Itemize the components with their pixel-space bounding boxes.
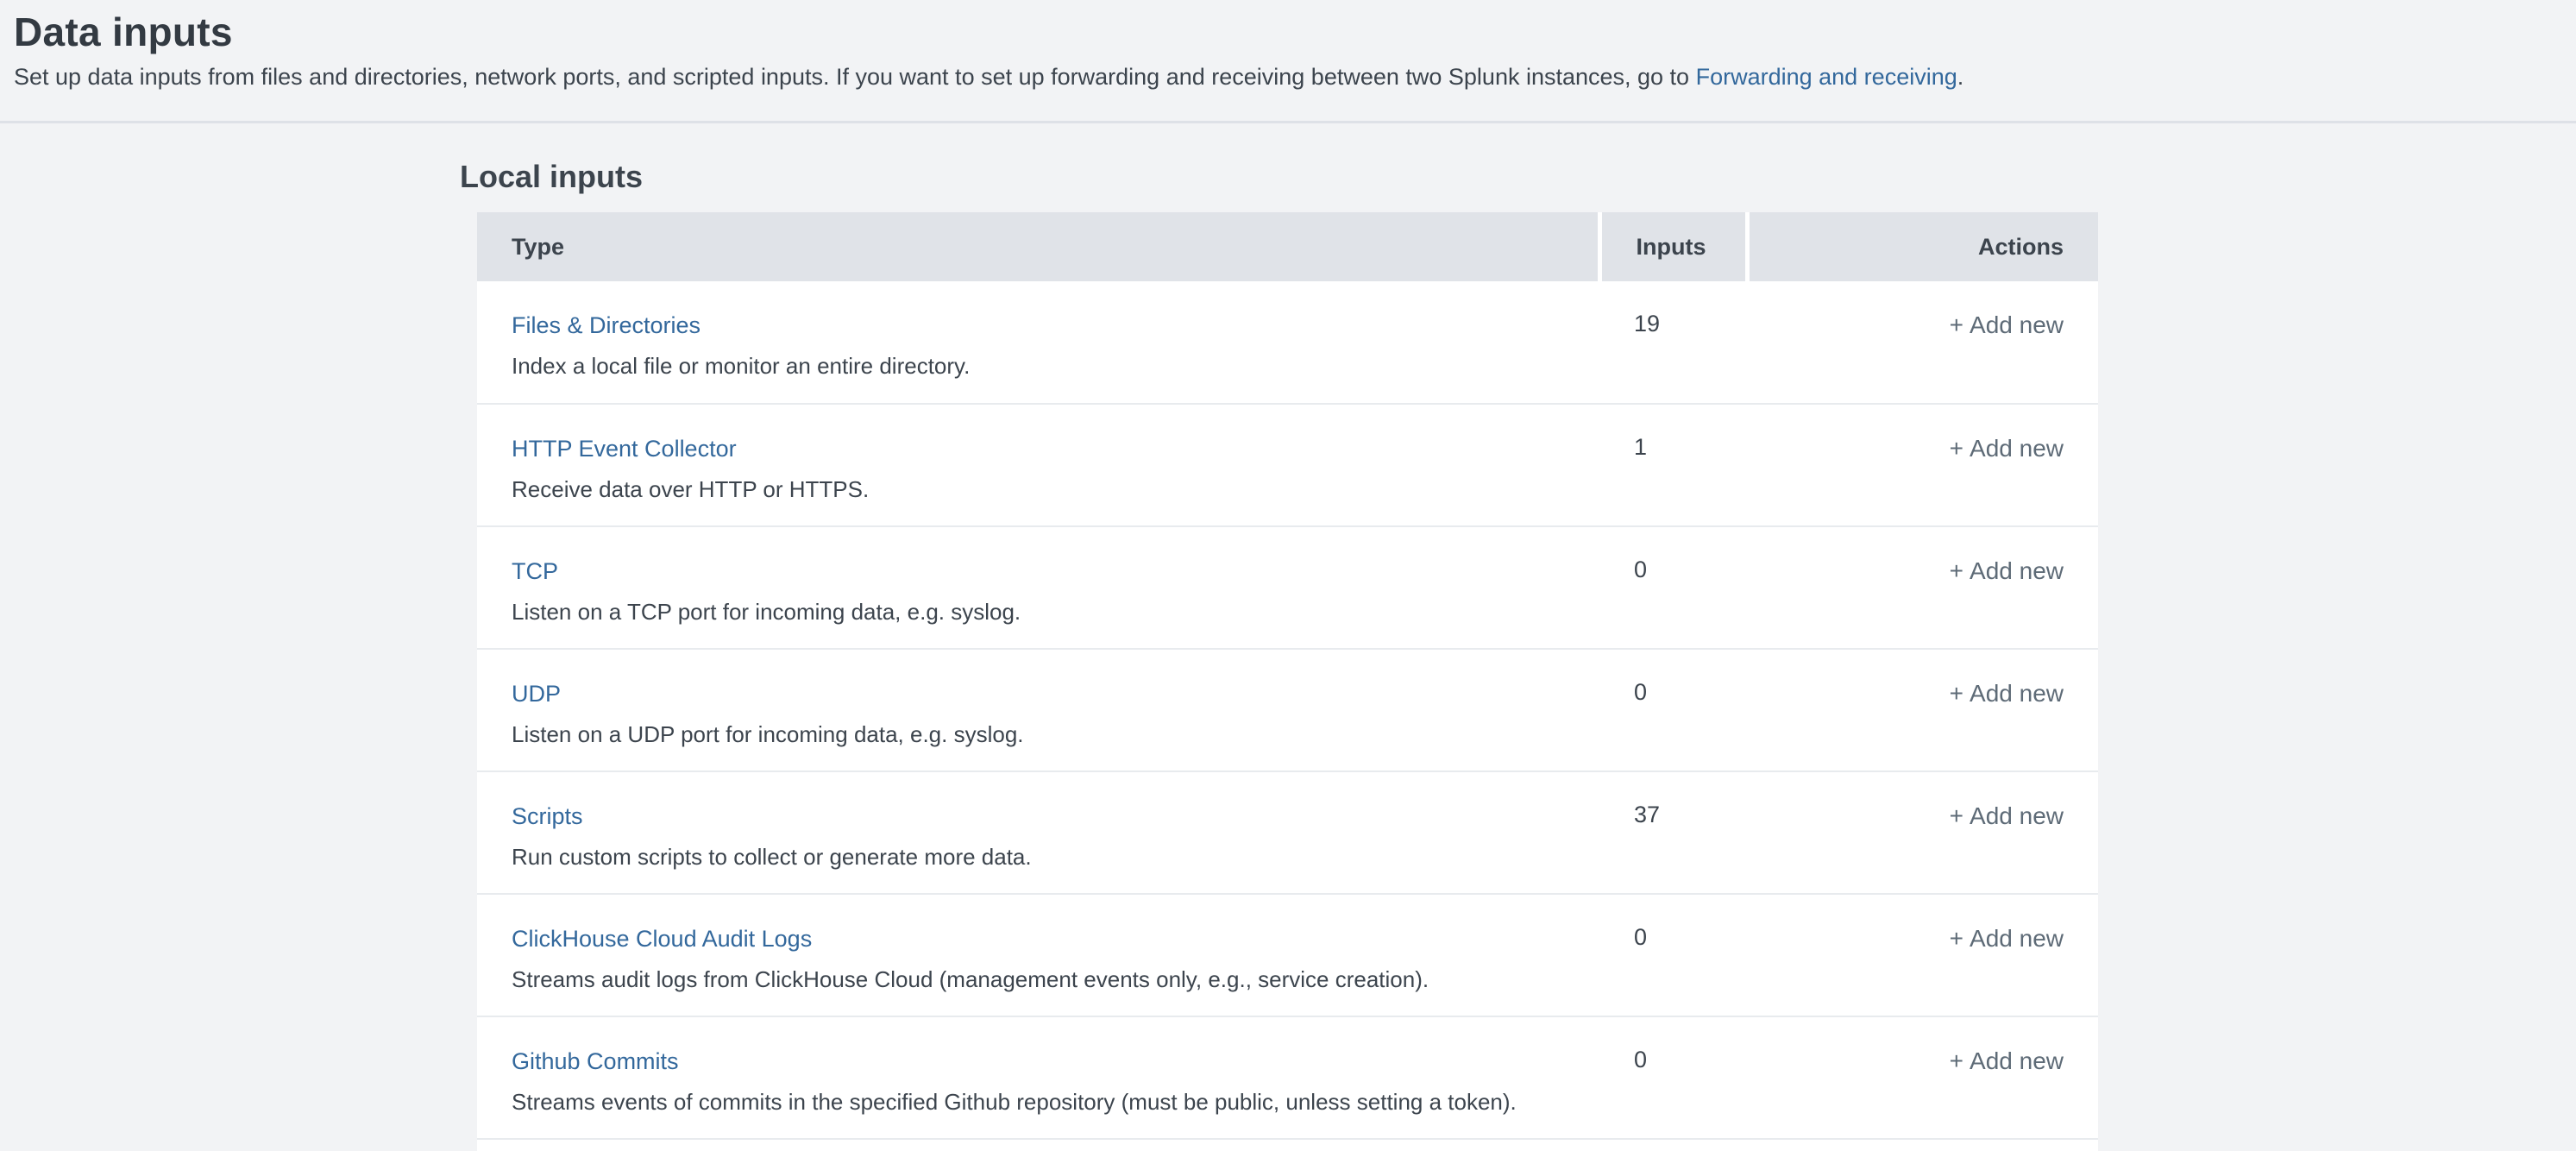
input-type-description: Listen on a TCP port for incoming data, … [512,597,1565,626]
page-header: Data inputs Set up data inputs from file… [0,0,2576,123]
table-row: UDP Listen on a UDP port for incoming da… [477,649,2098,771]
input-type-link[interactable]: Files & Directories [512,311,701,340]
actions-cell [1747,1139,2098,1151]
actions-cell: + Add new [1747,281,2098,404]
inputs-count: 0 [1599,526,1747,649]
forwarding-and-receiving-link[interactable]: Forwarding and receiving [1696,64,1957,90]
table-row: HTTP Event Collector Receive data over H… [477,404,2098,526]
plus-icon: + [1950,1047,1963,1074]
type-cell: UDP Listen on a UDP port for incoming da… [477,649,1599,771]
add-new-label: Add new [1970,680,2064,707]
add-new-label: Add new [1970,925,2064,952]
add-new-label: Add new [1970,1047,2064,1074]
plus-icon: + [1950,311,1963,338]
input-type-description: Streams events of commits in the specifi… [512,1087,1565,1116]
add-new-button[interactable]: + Add new [1950,679,2064,708]
input-type-description: Listen on a UDP port for incoming data, … [512,720,1565,749]
add-new-button[interactable]: + Add new [1950,924,2064,953]
add-new-label: Add new [1970,435,2064,462]
add-new-label: Add new [1970,557,2064,584]
input-type-description: Streams audit logs from ClickHouse Cloud… [512,965,1565,994]
inputs-count: 0 [1599,894,1747,1016]
input-type-link[interactable]: TCP [512,557,558,586]
add-new-button[interactable]: + Add new [1950,557,2064,586]
add-new-label: Add new [1970,802,2064,829]
plus-icon: + [1950,435,1963,462]
table-row: Files & Directories Index a local file o… [477,281,2098,404]
page-subtitle-period: . [1957,64,1964,90]
inputs-count [1599,1139,1747,1151]
plus-icon: + [1950,925,1963,952]
add-new-button[interactable]: + Add new [1950,802,2064,831]
type-cell: Files & Directories Index a local file o… [477,281,1599,404]
table-header: Type Inputs Actions [477,212,2098,281]
plus-icon: + [1950,557,1963,584]
page-subtitle: Set up data inputs from files and direct… [14,62,2576,91]
plus-icon: + [1950,680,1963,707]
input-type-link[interactable]: UDP [512,679,561,708]
table-row: ClickHouse Cloud Audit Logs Streams audi… [477,894,2098,1016]
inputs-count: 1 [1599,404,1747,526]
input-type-link[interactable]: Github Commits [512,1047,679,1076]
local-inputs-table: Type Inputs Actions Files & Directories … [477,212,2098,1151]
column-header-type: Type [477,212,1599,281]
table-row: Github Commits Streams events of commits… [477,1016,2098,1139]
type-cell: Github Commits Streams events of commits… [477,1016,1599,1139]
add-new-label: Add new [1970,311,2064,338]
inputs-count: 0 [1599,649,1747,771]
add-new-button[interactable]: + Add new [1950,311,2064,340]
type-cell: ClickHouse Cloud Audit Logs Streams audi… [477,894,1599,1016]
page-title: Data inputs [14,9,2576,55]
actions-cell: + Add new [1747,1016,2098,1139]
inputs-count: 19 [1599,281,1747,404]
page-subtitle-text: Set up data inputs from files and direct… [14,64,1696,90]
column-header-actions: Actions [1747,212,2098,281]
actions-cell: + Add new [1747,526,2098,649]
type-cell [477,1139,1599,1151]
type-cell: TCP Listen on a TCP port for incoming da… [477,526,1599,649]
type-cell: Scripts Run custom scripts to collect or… [477,771,1599,894]
section-title-local-inputs: Local inputs [460,123,2576,196]
table-row-partial [477,1139,2098,1151]
table-row: Scripts Run custom scripts to collect or… [477,771,2098,894]
input-type-description: Run custom scripts to collect or generat… [512,842,1565,871]
add-new-button[interactable]: + Add new [1950,1047,2064,1076]
column-header-inputs: Inputs [1599,212,1747,281]
input-type-description: Receive data over HTTP or HTTPS. [512,475,1565,504]
inputs-count: 37 [1599,771,1747,894]
inputs-count: 0 [1599,1016,1747,1139]
type-cell: HTTP Event Collector Receive data over H… [477,404,1599,526]
add-new-button[interactable]: + Add new [1950,434,2064,463]
input-type-link[interactable]: HTTP Event Collector [512,434,737,463]
actions-cell: + Add new [1747,894,2098,1016]
actions-cell: + Add new [1747,404,2098,526]
input-type-description: Index a local file or monitor an entire … [512,351,1565,381]
table-row: TCP Listen on a TCP port for incoming da… [477,526,2098,649]
plus-icon: + [1950,802,1963,829]
actions-cell: + Add new [1747,649,2098,771]
input-type-link[interactable]: ClickHouse Cloud Audit Logs [512,924,812,953]
actions-cell: + Add new [1747,771,2098,894]
input-type-link[interactable]: Scripts [512,802,583,831]
